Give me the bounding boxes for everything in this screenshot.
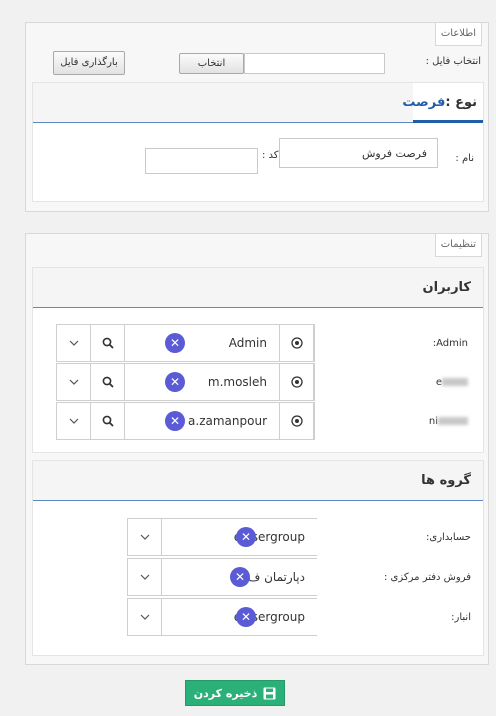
radio-target-icon: [290, 337, 303, 349]
select-button[interactable]: [280, 325, 314, 361]
search-button[interactable]: [91, 364, 125, 400]
type-tab-prefix: نوع :: [445, 95, 477, 110]
user-row-label: ni: [429, 416, 468, 427]
choose-file-label: انتخاب: [197, 58, 226, 69]
upload-file-button[interactable]: بارگذاری فایل: [53, 51, 125, 75]
dropdown-button[interactable]: [57, 403, 91, 439]
settings-fieldset: تنظیمات کاربران Admin: Admin ✕ e m.mosle…: [25, 233, 489, 665]
group-value: دپارتمان ف: [247, 570, 305, 584]
users-panel-header: کاربران: [33, 268, 483, 308]
user-row-label: Admin:: [432, 338, 468, 349]
file-label: انتخاب فایل :: [425, 56, 481, 67]
choose-file-button[interactable]: انتخاب: [179, 53, 244, 74]
group-combo[interactable]: ex serg​roup ✕: [127, 518, 317, 556]
group-row-label: انبار:: [451, 612, 471, 623]
group-row-label: فروش دفتر مرکزی :: [384, 572, 471, 583]
user-value: m.mosleh: [207, 375, 267, 389]
radio-target-icon: [290, 415, 303, 427]
user-combo[interactable]: a.zamanpour ✕: [56, 402, 315, 440]
close-icon[interactable]: ✕: [236, 607, 256, 627]
search-icon: [102, 415, 114, 427]
info-fieldset: اطلاعات انتخاب فایل : انتخاب بارگذاری فا…: [25, 22, 489, 212]
user-value-cell[interactable]: Admin ✕: [125, 325, 280, 361]
groups-panel: گروه ها حسابداری: ex serg​roup ✕ فروش دف…: [32, 460, 484, 656]
close-icon[interactable]: ✕: [236, 527, 256, 547]
select-button[interactable]: [280, 364, 314, 400]
user-row-label: e: [436, 377, 468, 388]
group-value-cell[interactable]: دپارتمان ف ✕: [162, 559, 317, 595]
search-button[interactable]: [91, 403, 125, 439]
save-button[interactable]: ذخیره کردن: [185, 680, 285, 706]
save-button-label: ذخیره کردن: [193, 686, 258, 700]
chevron-down-icon: [69, 379, 78, 385]
tab-type[interactable]: نوع :فرصت: [402, 83, 483, 123]
chevron-down-icon: [69, 418, 78, 424]
radio-target-icon: [290, 376, 303, 388]
group-combo[interactable]: ex serg​roup ✕: [127, 598, 317, 636]
search-icon: [102, 376, 114, 388]
dropdown-button[interactable]: [128, 599, 162, 635]
search-icon: [102, 337, 114, 349]
type-panel: نوع :فرصت نام : فرصت فروش کد :: [32, 82, 484, 202]
groups-panel-header: گروه ها: [33, 461, 483, 501]
group-value-cell[interactable]: ex serg​roup ✕: [162, 519, 317, 555]
dropdown-button[interactable]: [128, 559, 162, 595]
close-icon[interactable]: ✕: [230, 567, 250, 587]
user-value-cell[interactable]: a.zamanpour ✕: [125, 403, 280, 439]
code-field[interactable]: [145, 148, 258, 174]
close-icon[interactable]: ✕: [165, 372, 185, 392]
close-icon[interactable]: ✕: [165, 411, 185, 431]
chevron-down-icon: [140, 574, 149, 580]
select-button[interactable]: [280, 403, 314, 439]
chevron-down-icon: [69, 340, 78, 346]
chevron-down-icon: [140, 534, 149, 540]
dropdown-button[interactable]: [128, 519, 162, 555]
group-value-cell[interactable]: ex serg​roup ✕: [162, 599, 317, 635]
redacted-label: [442, 378, 468, 386]
redacted-label: [438, 417, 468, 425]
user-value-cell[interactable]: m.mosleh ✕: [125, 364, 280, 400]
user-row-label-visible: ni: [428, 416, 438, 427]
upload-file-label: بارگذاری فایل: [60, 57, 118, 68]
user-combo[interactable]: m.mosleh ✕: [56, 363, 315, 401]
user-value: a.zamanpour: [188, 414, 267, 428]
info-legend: اطلاعات: [434, 22, 482, 46]
dropdown-button[interactable]: [57, 325, 91, 361]
settings-legend: تنظیمات: [434, 233, 482, 257]
name-value: فرصت فروش: [361, 147, 427, 160]
file-path-field[interactable]: [244, 53, 385, 74]
code-label: کد :: [262, 150, 279, 161]
type-tab-value: فرصت: [402, 95, 446, 110]
name-field[interactable]: فرصت فروش: [279, 138, 438, 168]
user-value: Admin: [228, 336, 267, 350]
search-button[interactable]: [91, 325, 125, 361]
chevron-down-icon: [140, 614, 149, 620]
user-combo[interactable]: Admin ✕: [56, 324, 315, 362]
group-row-label: حسابداری:: [426, 532, 471, 543]
group-combo[interactable]: دپارتمان ف ✕: [127, 558, 317, 596]
users-panel-title: کاربران: [422, 280, 471, 295]
close-icon[interactable]: ✕: [165, 333, 185, 353]
floppy-disk-icon: [263, 687, 276, 699]
groups-panel-title: گروه ها: [421, 473, 471, 488]
users-panel: کاربران Admin: Admin ✕ e m.mosleh ✕ ni a…: [32, 267, 484, 453]
name-label: نام :: [455, 153, 474, 164]
dropdown-button[interactable]: [57, 364, 91, 400]
